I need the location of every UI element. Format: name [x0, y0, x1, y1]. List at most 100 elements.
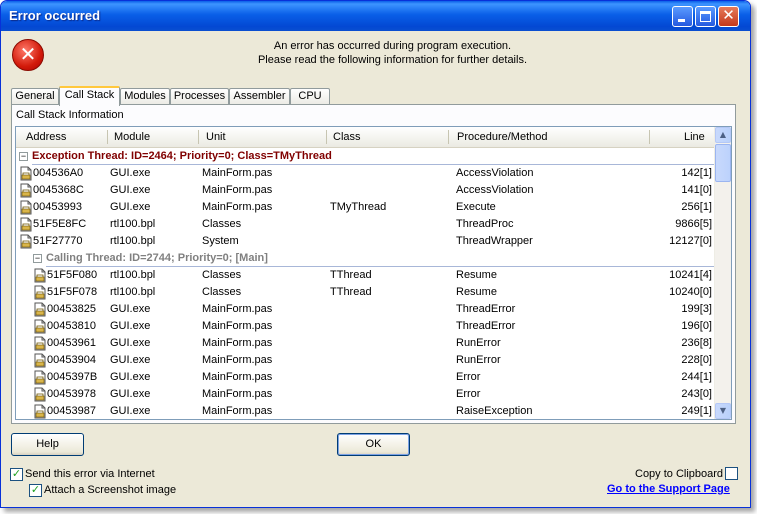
column-header-line[interactable]: Line	[684, 131, 705, 143]
column-separator[interactable]	[448, 130, 449, 144]
stack-frame-icon	[33, 353, 47, 368]
thread-group-row[interactable]: − Exception Thread: ID=2464; Priority=0; …	[16, 148, 731, 165]
cell-unit: MainForm.pas	[202, 303, 273, 315]
stack-frame-row[interactable]: 51F5F080 rtl100.bpl Classes TThread Resume 10…	[16, 267, 716, 284]
cell-module: rtl100.bpl	[110, 235, 156, 247]
stack-frame-icon	[33, 370, 47, 385]
thread-group-row[interactable]: − Calling Thread: ID=2744; Priority=0; [M…	[16, 250, 731, 267]
copy-clipboard-checkbox[interactable]	[725, 467, 738, 480]
close-button[interactable]: ✕	[718, 6, 739, 27]
column-header-unit[interactable]: Unit	[206, 131, 226, 143]
error-dialog: Error occurred ✕ ✕ An error has occurred…	[0, 0, 751, 508]
cell-line: 244[1]	[681, 371, 712, 383]
cell-unit: MainForm.pas	[202, 184, 273, 196]
cell-procedure: AccessViolation	[456, 167, 534, 179]
close-icon: ✕	[722, 6, 735, 24]
stack-frame-row[interactable]: 004536A0 GUI.exe MainForm.pas AccessViolati…	[16, 165, 716, 182]
stack-frame-row[interactable]: 51F27770 rtl100.bpl System ThreadWrapper 121…	[16, 233, 716, 250]
maximize-button[interactable]	[695, 6, 716, 27]
cell-line: 10241[4]	[669, 269, 712, 281]
cell-address: 004536A0	[33, 167, 84, 179]
stack-frame-row[interactable]: 00453961 GUI.exe MainForm.pas RunError 236[8…	[16, 335, 716, 352]
stack-frame-row[interactable]: 51F5E8FC rtl100.bpl Classes ThreadProc 9866[…	[16, 216, 716, 233]
call-stack-grid: Address Module Unit Class Procedure/Meth…	[15, 126, 732, 420]
column-header-procedure[interactable]: Procedure/Method	[457, 131, 548, 143]
stack-frame-row[interactable]: 0045397B GUI.exe MainForm.pas Error 244[1]	[16, 369, 716, 386]
ok-button[interactable]: OK	[337, 433, 410, 456]
tab-cpu[interactable]: CPU	[290, 88, 330, 104]
collapse-toggle-icon[interactable]: −	[19, 152, 28, 161]
title-bar[interactable]: Error occurred ✕	[1, 1, 750, 31]
attach-screenshot-checkbox[interactable]: ✓	[29, 484, 42, 497]
minimize-icon	[678, 19, 685, 22]
stack-frame-row[interactable]: 00453904 GUI.exe MainForm.pas RunError 228[0…	[16, 352, 716, 369]
stack-frame-icon	[19, 200, 33, 215]
stack-frame-row[interactable]: 0045368C GUI.exe MainForm.pas AccessViolati…	[16, 182, 716, 199]
stack-frame-row[interactable]: 00453825 GUI.exe MainForm.pas ThreadError 19…	[16, 301, 716, 318]
cell-line: 249[1]	[681, 405, 712, 417]
column-header-class[interactable]: Class	[333, 131, 361, 143]
tab-assembler[interactable]: Assembler	[229, 88, 290, 104]
cell-unit: MainForm.pas	[202, 371, 273, 383]
cell-address: 00453993	[33, 201, 82, 213]
scroll-down-button[interactable]: ▼	[715, 403, 731, 419]
cell-unit: MainForm.pas	[202, 337, 273, 349]
cell-module: GUI.exe	[110, 354, 151, 366]
cell-line: 228[0]	[681, 354, 712, 366]
cell-unit: MainForm.pas	[202, 167, 273, 179]
cell-address: 51F27770	[33, 235, 83, 247]
minimize-button[interactable]	[672, 6, 693, 27]
send-internet-checkbox[interactable]: ✓	[10, 468, 23, 481]
tab-processes[interactable]: Processes	[170, 88, 229, 104]
column-separator[interactable]	[107, 130, 108, 144]
cell-procedure: RunError	[456, 337, 501, 349]
column-header-address[interactable]: Address	[26, 131, 66, 143]
cell-module: GUI.exe	[110, 201, 151, 213]
maximize-icon	[700, 11, 711, 22]
cell-module: GUI.exe	[110, 405, 151, 417]
help-button[interactable]: Help	[11, 433, 84, 456]
cell-procedure: Error	[456, 388, 481, 400]
send-internet-label[interactable]: Send this error via Internet	[25, 468, 155, 480]
cell-module: GUI.exe	[110, 320, 151, 332]
cell-line: 199[3]	[681, 303, 712, 315]
scroll-up-button[interactable]: ▲	[715, 127, 731, 143]
cell-module: GUI.exe	[110, 167, 151, 179]
cell-address: 00453987	[47, 405, 96, 417]
cell-module: GUI.exe	[110, 184, 151, 196]
copy-clipboard-label[interactable]: Copy to Clipboard	[635, 468, 723, 480]
vertical-scrollbar[interactable]: ▲ ▼	[714, 127, 731, 419]
tab-modules[interactable]: Modules	[120, 88, 170, 104]
cell-address: 51F5F080	[47, 269, 98, 281]
stack-frame-icon	[19, 234, 33, 249]
cell-address: 0045397B	[47, 371, 98, 383]
cell-unit: MainForm.pas	[202, 405, 273, 417]
stack-frame-row[interactable]: 00453993 GUI.exe MainForm.pas TMyThread Exec…	[16, 199, 716, 216]
tab-call-stack[interactable]: Call Stack	[59, 86, 120, 106]
tab-general[interactable]: General	[11, 88, 59, 104]
cell-line: 142[1]	[681, 167, 712, 179]
cell-module: GUI.exe	[110, 388, 151, 400]
stack-frame-icon	[33, 302, 47, 317]
stack-frame-row[interactable]: 00453810 GUI.exe MainForm.pas ThreadError 19…	[16, 318, 716, 335]
cell-procedure: Resume	[456, 286, 497, 298]
stack-frame-row[interactable]: 00453978 GUI.exe MainForm.pas Error 243[0]	[16, 386, 716, 403]
attach-screenshot-label[interactable]: Attach a Screenshot image	[44, 484, 176, 496]
stack-frame-row[interactable]: 51F5F078 rtl100.bpl Classes TThread Resume 10…	[16, 284, 716, 301]
column-separator[interactable]	[198, 130, 199, 144]
column-separator[interactable]	[326, 130, 327, 144]
stack-frame-row[interactable]: 00453987 GUI.exe MainForm.pas RaiseExceptio…	[16, 403, 716, 419]
column-separator[interactable]	[649, 130, 650, 144]
cell-unit: MainForm.pas	[202, 320, 273, 332]
scroll-thumb[interactable]	[715, 144, 731, 182]
collapse-toggle-icon[interactable]: −	[33, 254, 42, 263]
stack-frame-icon	[19, 217, 33, 232]
cell-unit: Classes	[202, 218, 242, 230]
column-header-module[interactable]: Module	[114, 131, 150, 143]
cell-unit: MainForm.pas	[202, 201, 273, 213]
support-page-link[interactable]: Go to the Support Page	[607, 483, 730, 495]
call-stack-panel: Call Stack Information Address Module Un…	[11, 104, 736, 424]
cell-line: 12127[0]	[669, 235, 712, 247]
cell-line: 243[0]	[681, 388, 712, 400]
cell-line: 196[0]	[681, 320, 712, 332]
